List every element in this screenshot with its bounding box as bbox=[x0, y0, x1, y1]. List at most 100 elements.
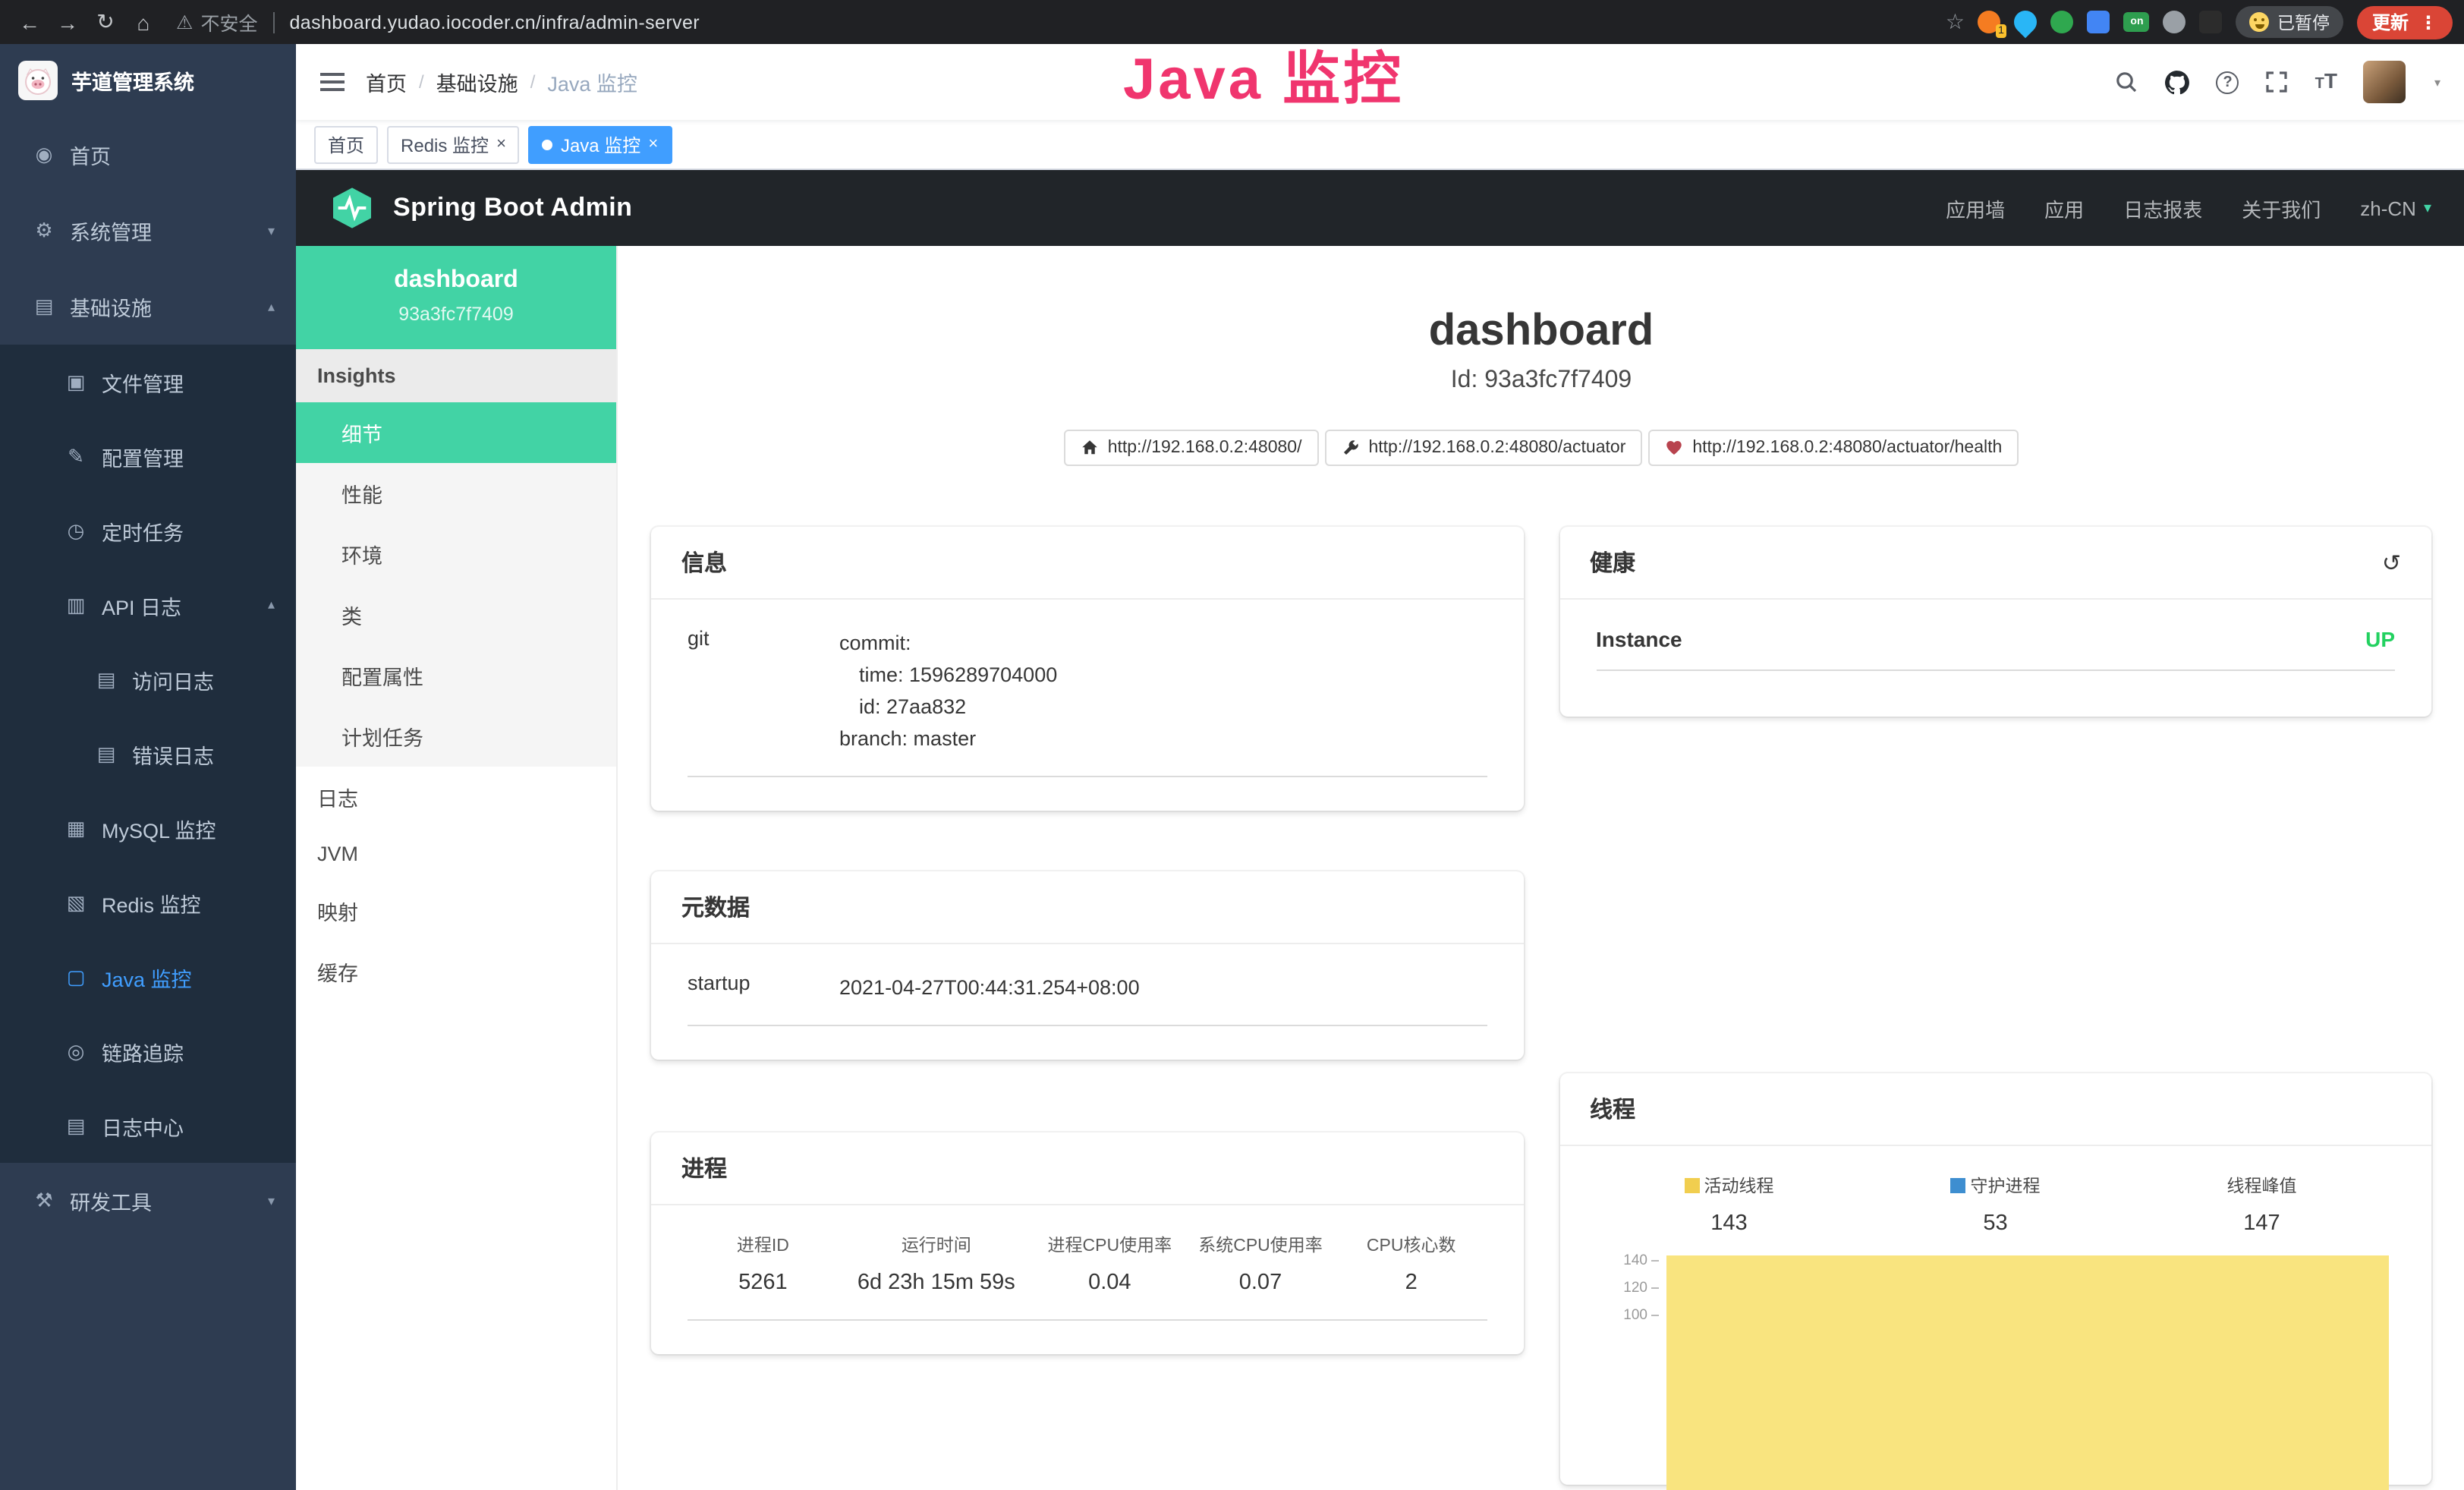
layers-icon: ▧ bbox=[64, 890, 88, 915]
avatar[interactable] bbox=[2363, 61, 2406, 103]
sba-item-scheduled-tasks[interactable]: 计划任务 bbox=[296, 706, 616, 767]
card-title: 健康 bbox=[1590, 547, 1635, 578]
stat-value: 6d 23h 15m 59s bbox=[839, 1271, 1034, 1295]
sidebar-label: 错误日志 bbox=[132, 739, 214, 769]
sba-item-jvm[interactable]: JVM bbox=[296, 827, 616, 880]
help-icon[interactable]: ? bbox=[2217, 71, 2239, 93]
bookmark-star-icon[interactable]: ☆ bbox=[1946, 9, 1965, 35]
sba-nav-about[interactable]: 关于我们 bbox=[2242, 194, 2321, 222]
back-icon[interactable]: ← bbox=[12, 5, 47, 39]
extension-icon-6[interactable] bbox=[2200, 11, 2223, 33]
sidebar-item-error-log[interactable]: ▤ 错误日志 bbox=[0, 717, 296, 791]
sba-item-details[interactable]: 细节 bbox=[296, 402, 616, 463]
warning-icon: ⚠ bbox=[176, 11, 193, 33]
y-tick-label: 120 bbox=[1596, 1281, 1647, 1295]
sba-nav-links: 应用墙 应用 日志报表 关于我们 zh-CN ▾ bbox=[1946, 194, 2431, 222]
tab-java-monitor[interactable]: Java 监控 × bbox=[529, 125, 672, 163]
sidebar-item-access-log[interactable]: ▤ 访问日志 bbox=[0, 642, 296, 717]
paused-extension-badge[interactable]: 已暂停 bbox=[2236, 6, 2343, 38]
sidebar-label: 基础设施 bbox=[70, 291, 152, 322]
sidebar-item-infra[interactable]: ▤ 基础设施 ▴ bbox=[0, 269, 296, 345]
health-url-button[interactable]: http://192.168.0.2:48080/actuator/health bbox=[1648, 430, 2019, 466]
close-icon[interactable]: × bbox=[496, 135, 506, 153]
history-icon[interactable]: ↺ bbox=[2382, 549, 2401, 576]
locale-selector[interactable]: zh-CN ▾ bbox=[2360, 197, 2431, 219]
sidebar-item-file-manage[interactable]: ▣ 文件管理 bbox=[0, 345, 296, 419]
clock-icon: ◷ bbox=[64, 518, 88, 543]
y-tick-mark bbox=[1651, 1287, 1658, 1289]
screen: ← → ↻ ⌂ ⚠ 不安全 dashboard.yudao.iocoder.cn… bbox=[0, 0, 2464, 1490]
sba-item-logs[interactable]: 日志 bbox=[296, 767, 616, 827]
sidebar-item-mysql-monitor[interactable]: ▦ MySQL 监控 bbox=[0, 791, 296, 865]
close-icon[interactable]: × bbox=[648, 135, 658, 153]
sidebar-item-home[interactable]: ◉ 首页 bbox=[0, 117, 296, 193]
sidebar-item-trace[interactable]: ◎ 链路追踪 bbox=[0, 1014, 296, 1088]
extension-icon-3[interactable] bbox=[2051, 11, 2074, 33]
chrome-update-button[interactable]: 更新 ⋮ bbox=[2357, 5, 2453, 39]
extension-icon-4[interactable] bbox=[2088, 11, 2110, 33]
insights-label: Insights bbox=[296, 349, 616, 402]
extension-icon-5[interactable] bbox=[2163, 11, 2186, 33]
sidebar-label: 定时任务 bbox=[102, 515, 184, 546]
tab-home[interactable]: 首页 bbox=[314, 125, 378, 163]
sidebar-label: 配置管理 bbox=[102, 441, 184, 471]
github-icon[interactable] bbox=[2165, 69, 2191, 95]
extension-badge: 1 bbox=[1995, 24, 2007, 38]
hamburger-icon[interactable] bbox=[320, 73, 345, 91]
sidebar-item-redis-monitor[interactable]: ▧ Redis 监控 bbox=[0, 865, 296, 940]
address-url[interactable]: dashboard.yudao.iocoder.cn/infra/admin-s… bbox=[289, 11, 700, 33]
sba-item-environment[interactable]: 环境 bbox=[296, 524, 616, 584]
info-row-git: git commit: time: 1596289704000 id: 27aa… bbox=[688, 627, 1487, 777]
extension-icon-2[interactable] bbox=[2010, 6, 2042, 38]
sba-item-config-props[interactable]: 配置属性 bbox=[296, 645, 616, 706]
sba-nav-applications[interactable]: 应用 bbox=[2044, 194, 2084, 222]
process-card: 进程 进程ID 5261 运行时间 bbox=[651, 1132, 1523, 1354]
breadcrumb-infra[interactable]: 基础设施 bbox=[436, 67, 518, 97]
tab-redis-monitor[interactable]: Redis 监控 × bbox=[387, 125, 520, 163]
sidebar-label: Redis 监控 bbox=[102, 887, 201, 918]
sidebar-item-dev-tools[interactable]: ⚒ 研发工具 ▾ bbox=[0, 1163, 296, 1239]
home-nav-icon[interactable]: ⌂ bbox=[126, 5, 161, 39]
actuator-url-button[interactable]: http://192.168.0.2:48080/actuator bbox=[1324, 430, 1642, 466]
breadcrumb-home[interactable]: 首页 bbox=[366, 67, 407, 97]
active-dot bbox=[543, 139, 553, 150]
font-size-icon[interactable]: TT bbox=[2315, 68, 2337, 96]
sidebar-item-log-center[interactable]: ▤ 日志中心 bbox=[0, 1088, 296, 1163]
fullscreen-icon[interactable] bbox=[2265, 70, 2289, 94]
git-branch-line: branch: master bbox=[839, 723, 1057, 754]
sba-nav-journal[interactable]: 日志报表 bbox=[2123, 194, 2202, 222]
sba-item-caches[interactable]: 缓存 bbox=[296, 941, 616, 1002]
infra-icon: ▤ bbox=[32, 295, 56, 319]
stat-uptime: 运行时间 6d 23h 15m 59s bbox=[839, 1233, 1034, 1295]
sba-item-performance[interactable]: 性能 bbox=[296, 463, 616, 524]
doc-icon: ▤ bbox=[94, 742, 118, 766]
stat-pid: 进程ID 5261 bbox=[688, 1233, 839, 1295]
chevron-down-icon: ▾ bbox=[268, 222, 275, 239]
forward-icon[interactable]: → bbox=[50, 5, 85, 39]
sidebar-item-java-monitor[interactable]: ▢ Java 监控 bbox=[0, 940, 296, 1014]
sidebar-item-scheduled-job[interactable]: ◷ 定时任务 bbox=[0, 493, 296, 568]
sidebar-item-api-log[interactable]: ▥ API 日志 ▴ bbox=[0, 568, 296, 642]
service-url-button[interactable]: http://192.168.0.2:48080/ bbox=[1064, 430, 1319, 466]
extension-icon-1[interactable]: 1 bbox=[1978, 11, 2001, 33]
browser-menu-icon: ⋮ bbox=[2419, 11, 2437, 33]
eye-icon: ◎ bbox=[64, 1039, 88, 1063]
reload-icon[interactable]: ↻ bbox=[88, 5, 123, 39]
dashboard-icon: ◉ bbox=[32, 143, 56, 167]
sidebar-label: 文件管理 bbox=[102, 367, 184, 397]
sidebar-label: 研发工具 bbox=[70, 1186, 152, 1216]
sba-brand[interactable]: Spring Boot Admin bbox=[393, 193, 632, 223]
extension-icon-on[interactable]: on bbox=[2124, 12, 2150, 32]
metadata-value: 2021-04-27T00:44:31.254+08:00 bbox=[839, 972, 1140, 1003]
search-icon[interactable] bbox=[2115, 70, 2139, 94]
sba-item-classes[interactable]: 类 bbox=[296, 584, 616, 645]
sidebar-item-system[interactable]: ⚙ 系统管理 ▾ bbox=[0, 193, 296, 269]
sidebar-label: 系统管理 bbox=[70, 216, 152, 246]
page-title: dashboard bbox=[618, 307, 2464, 357]
sba-nav-wallboard[interactable]: 应用墙 bbox=[1946, 194, 2005, 222]
security-indicator[interactable]: ⚠ 不安全 bbox=[176, 8, 257, 36]
sidebar-item-config-manage[interactable]: ✎ 配置管理 bbox=[0, 419, 296, 493]
sba-item-mappings[interactable]: 映射 bbox=[296, 880, 616, 941]
sidebar-label: Java 监控 bbox=[102, 962, 192, 992]
legend-live-threads: 活动线程 143 bbox=[1596, 1173, 1862, 1236]
